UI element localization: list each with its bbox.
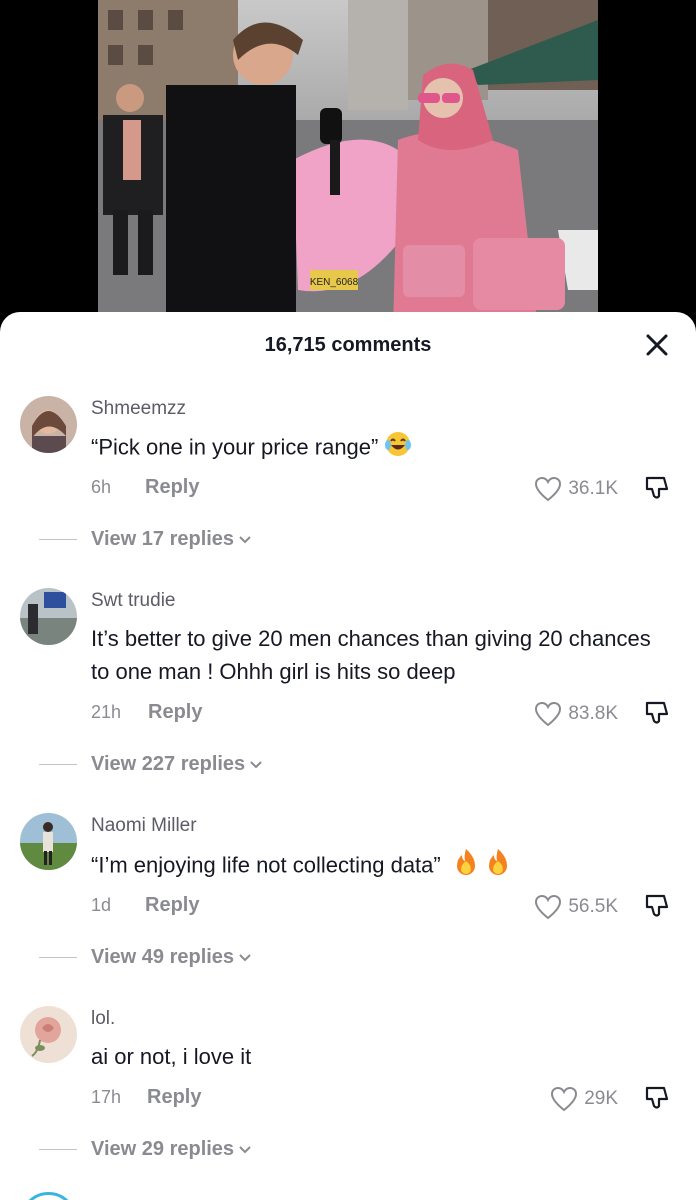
fire-emoji-icon — [453, 847, 479, 886]
view-replies-button[interactable]: View 49 replies — [39, 946, 252, 969]
comment-time: 21h — [91, 702, 122, 722]
like-button[interactable]: 29K — [550, 1086, 618, 1112]
comment-text: “I’m enjoying life not collecting data” — [91, 847, 651, 886]
comment-time: 1d — [91, 895, 112, 915]
chevron-down-icon — [239, 953, 251, 961]
divider-line — [39, 764, 77, 765]
comment-text-content: “Pick one in your price range” — [91, 434, 379, 460]
video-frame: KEN_6068 — [98, 0, 598, 330]
like-count: 36.1K — [568, 478, 618, 499]
heart-icon — [535, 894, 562, 920]
video-player[interactable]: KEN_6068 — [0, 0, 696, 330]
comment-text: “Pick one in your price range” — [91, 430, 651, 467]
comment-username[interactable]: Naomi Miller — [91, 815, 197, 837]
view-replies-label: View 17 replies — [91, 528, 235, 550]
fire-emoji-icon — [485, 847, 511, 886]
comments-sheet: 16,715 comments Shmeemzz “Pick one in yo… — [0, 312, 696, 1200]
comment-meta: 1d Reply — [91, 894, 199, 917]
comment-time: 17h — [91, 1087, 122, 1107]
laughing-tears-emoji-icon — [384, 430, 412, 467]
dislike-icon[interactable] — [642, 474, 670, 502]
heart-icon — [535, 476, 562, 502]
chevron-down-icon — [239, 1145, 251, 1153]
avatar-next-comment[interactable] — [20, 1192, 77, 1200]
reply-button[interactable]: Reply — [147, 1086, 201, 1109]
avatar[interactable] — [20, 588, 77, 645]
divider-line — [39, 539, 77, 540]
heart-icon — [551, 1086, 578, 1112]
comment-count: 16,715 comments — [264, 333, 432, 356]
like-button[interactable]: 56.5K — [534, 894, 618, 920]
comment-text-content: “I’m enjoying life not collecting data” — [91, 852, 441, 878]
avatar[interactable] — [20, 813, 77, 870]
avatar[interactable] — [20, 396, 77, 453]
divider-line — [39, 1149, 77, 1150]
comment-text: ai or not, i love it — [91, 1044, 252, 1069]
like-button[interactable]: 36.1K — [534, 476, 618, 502]
chevron-down-icon — [250, 760, 262, 768]
close-icon[interactable] — [644, 332, 670, 358]
comment-username[interactable]: Swt trudie — [91, 590, 175, 612]
view-replies-button[interactable]: View 227 replies — [39, 753, 263, 776]
comment-meta: 6h Reply — [91, 476, 199, 499]
view-replies-label: View 49 replies — [91, 946, 235, 968]
comment-text: It’s better to give 20 men chances than … — [91, 626, 651, 684]
comment-meta: 21h Reply — [91, 701, 202, 724]
reply-button[interactable]: Reply — [145, 476, 199, 499]
dislike-icon[interactable] — [642, 892, 670, 920]
comments-header: 16,715 comments — [0, 312, 696, 378]
license-plate-text: KEN_6068 — [310, 277, 359, 288]
dislike-icon[interactable] — [642, 1084, 670, 1112]
like-button[interactable]: 83.8K — [534, 701, 618, 727]
view-replies-label: View 227 replies — [91, 753, 246, 775]
divider-line — [39, 957, 77, 958]
view-replies-button[interactable]: View 17 replies — [39, 528, 252, 551]
video-scene-illustration: KEN_6068 — [98, 0, 598, 330]
heart-icon — [535, 701, 562, 727]
comment-meta: 17h Reply — [91, 1086, 201, 1109]
avatar[interactable] — [20, 1006, 77, 1063]
comment-username[interactable]: lol. — [91, 1008, 115, 1030]
like-count: 83.8K — [568, 703, 618, 724]
reply-button[interactable]: Reply — [145, 894, 199, 917]
comment-time: 6h — [91, 477, 112, 497]
view-replies-button[interactable]: View 29 replies — [39, 1138, 252, 1161]
like-count: 29K — [584, 1088, 618, 1109]
like-count: 56.5K — [568, 896, 618, 917]
comment-username[interactable]: Shmeemzz — [91, 398, 186, 420]
dislike-icon[interactable] — [642, 699, 670, 727]
chevron-down-icon — [239, 535, 251, 543]
view-replies-label: View 29 replies — [91, 1138, 235, 1160]
reply-button[interactable]: Reply — [148, 701, 202, 724]
